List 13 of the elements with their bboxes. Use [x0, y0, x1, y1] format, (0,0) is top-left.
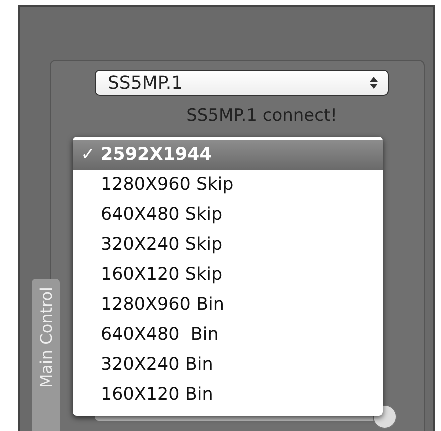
up-down-arrows-icon [370, 77, 378, 89]
device-select[interactable]: SS5MP.1 [95, 70, 389, 96]
check-mark-icon: ✓ [81, 145, 96, 165]
menu-item[interactable]: 160X120 Bin [73, 380, 383, 410]
status-text: SS5MP.1 connect! [186, 106, 338, 126]
menu-item[interactable]: ✓ 2592X1944 [73, 140, 383, 170]
menu-item[interactable]: 640X480 Skip [73, 200, 383, 230]
menu-item[interactable]: 640X480 Bin [73, 320, 383, 350]
menu-item[interactable]: 1280X960 Skip [73, 170, 383, 200]
menu-item[interactable]: 160X120 Skip [73, 260, 383, 290]
menu-item[interactable]: 320X240 Bin [73, 350, 383, 380]
menu-item[interactable]: 320X240 Skip [73, 230, 383, 260]
menu-item[interactable]: 1280X960 Bin [73, 290, 383, 320]
